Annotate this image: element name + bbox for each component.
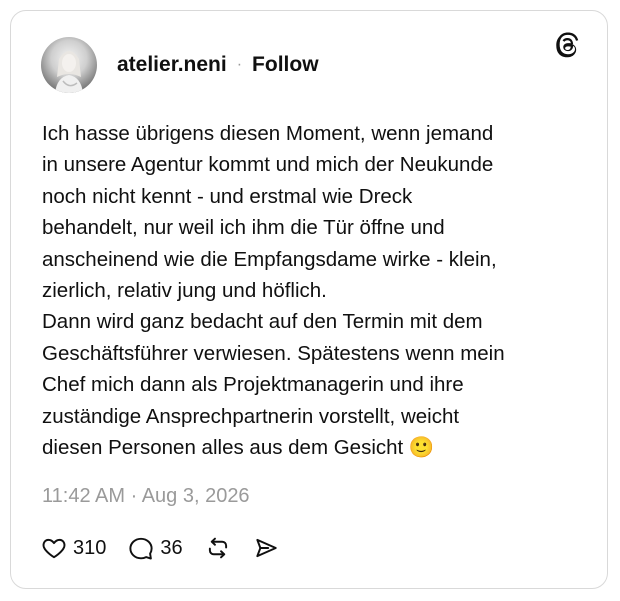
avatar[interactable] <box>41 37 97 93</box>
repost-button[interactable] <box>205 535 231 561</box>
author-username[interactable]: atelier.neni <box>117 53 227 77</box>
heart-icon <box>42 538 66 559</box>
reply-count: 36 <box>160 536 183 559</box>
post-header: atelier.neni · Follow <box>41 37 319 93</box>
share-button[interactable] <box>253 535 279 561</box>
post-text: Ich hasse übrigens diesen Moment, wenn j… <box>42 122 505 460</box>
post-timestamp[interactable]: 11:42 AM · Aug 3, 2026 <box>42 485 250 508</box>
threads-logo-icon[interactable] <box>553 31 581 59</box>
separator-dot: · <box>236 56 243 73</box>
avatar-portrait-image <box>55 51 83 93</box>
comment-bubble-icon <box>129 537 153 560</box>
reply-button[interactable]: 36 <box>128 535 183 561</box>
like-count: 310 <box>73 536 107 559</box>
follow-button[interactable]: Follow <box>252 53 319 77</box>
like-button[interactable]: 310 <box>41 535 106 561</box>
threads-post-card: atelier.neni · Follow Ich hasse übrigens… <box>10 10 608 589</box>
post-actions: 310 36 <box>41 533 301 563</box>
send-arrow-icon <box>255 538 277 558</box>
repost-arrows-icon <box>208 537 227 559</box>
